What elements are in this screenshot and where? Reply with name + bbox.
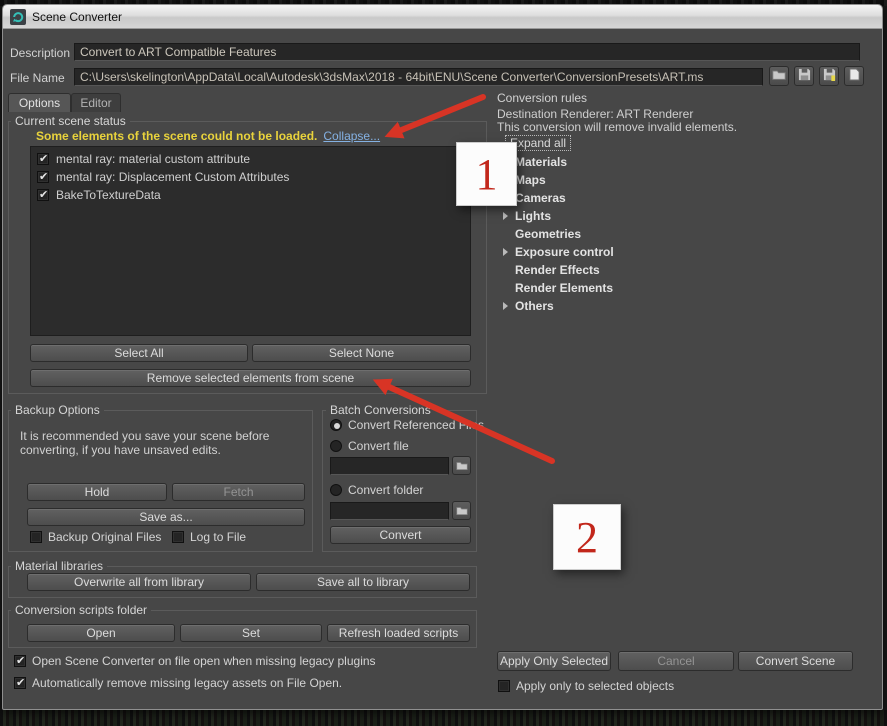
convert-referenced-label: Convert Referenced Files (348, 418, 485, 432)
file-name-field[interactable]: C:\Users\skelington\AppData\Local\Autode… (74, 68, 763, 86)
save-preset-button[interactable] (794, 66, 814, 86)
apply-to-selected-label: Apply only to selected objects (516, 679, 675, 693)
fetch-button[interactable]: Fetch (172, 483, 305, 501)
backup-note-line2: converting, if you have unsaved edits. (20, 443, 221, 457)
save-as-button[interactable]: Save as... (27, 508, 305, 526)
tree-item-exposure-control[interactable]: Exposure control (503, 244, 614, 260)
convert-folder-label: Convert folder (348, 483, 424, 497)
description-field[interactable]: Convert to ART Compatible Features (74, 43, 860, 61)
annotation-badge-1: 1 (456, 142, 517, 206)
backup-note-line1: It is recommended you save your scene be… (20, 429, 270, 443)
browse-file-button[interactable] (452, 456, 471, 475)
checkbox[interactable] (172, 531, 184, 543)
tab-options[interactable]: Options (8, 93, 71, 112)
scripts-set-button[interactable]: Set (180, 624, 322, 642)
tree-item-lights[interactable]: Lights (503, 208, 551, 224)
overwrite-library-button[interactable]: Overwrite all from library (27, 573, 251, 591)
checkbox[interactable] (498, 680, 510, 692)
file-name-label: File Name (10, 71, 65, 85)
cancel-button[interactable]: Cancel (618, 651, 734, 671)
new-preset-button[interactable] (844, 66, 864, 86)
apply-to-selected-checkbox-row[interactable]: Apply only to selected objects (498, 679, 674, 693)
description-label: Description (10, 46, 71, 60)
convert-folder-input[interactable] (330, 502, 449, 520)
backup-options-group-label: Backup Options (11, 403, 104, 417)
tab-editor[interactable]: Editor (71, 93, 121, 112)
tree-item-geometries[interactable]: Geometries (503, 226, 581, 242)
checkbox[interactable] (14, 676, 26, 689)
folder-icon (455, 504, 468, 518)
log-to-file-label: Log to File (190, 530, 247, 544)
convert-file-radio-row[interactable]: Convert file (330, 439, 409, 453)
save-as-preset-button[interactable] (819, 66, 839, 86)
list-item-label: mental ray: material custom attribute (56, 152, 251, 166)
chevron-right-icon[interactable] (503, 248, 508, 256)
checkbox[interactable] (14, 654, 26, 667)
conversion-note-text: This conversion will remove invalid elem… (497, 120, 738, 134)
open-folder-icon (772, 69, 786, 83)
chevron-right-icon[interactable] (503, 212, 508, 220)
radio-button[interactable] (330, 484, 342, 496)
select-none-button[interactable]: Select None (252, 344, 471, 362)
convert-referenced-radio-row[interactable]: Convert Referenced Files (330, 418, 484, 432)
collapse-link[interactable]: Collapse... (323, 129, 380, 143)
log-to-file-checkbox-row[interactable]: Log to File (172, 530, 246, 544)
save-as-icon (823, 68, 836, 84)
radio-button[interactable] (330, 419, 342, 431)
hold-button[interactable]: Hold (27, 483, 167, 501)
list-item-label: mental ray: Displacement Custom Attribut… (56, 170, 290, 184)
tree-item-render-elements[interactable]: Render Elements (503, 280, 613, 296)
tree-item-others[interactable]: Others (503, 298, 554, 314)
annotation-badge-2: 2 (553, 504, 621, 570)
material-libraries-group-label: Material libraries (11, 559, 108, 573)
backup-original-checkbox-row[interactable]: Backup Original Files (30, 530, 161, 544)
open-on-missing-label: Open Scene Converter on file open when m… (32, 654, 376, 668)
auto-remove-checkbox-row[interactable]: Automatically remove missing legacy asse… (14, 676, 342, 690)
backup-original-label: Backup Original Files (48, 530, 162, 544)
chevron-right-icon[interactable] (503, 302, 508, 310)
scripts-open-button[interactable]: Open (27, 624, 175, 642)
new-file-icon (848, 68, 860, 84)
open-preset-button[interactable] (769, 66, 789, 86)
select-all-button[interactable]: Select All (30, 344, 248, 362)
browse-folder-button[interactable] (452, 501, 471, 520)
convert-button[interactable]: Convert (330, 526, 471, 544)
apply-only-selected-button[interactable]: Apply Only Selected (497, 651, 611, 671)
convert-scene-button[interactable]: Convert Scene (738, 651, 853, 671)
conversion-scripts-group-label: Conversion scripts folder (11, 603, 152, 617)
destination-renderer-text: Destination Renderer: ART Renderer (497, 107, 694, 121)
folder-icon (455, 459, 468, 473)
list-item[interactable]: BakeToTextureData (37, 187, 161, 203)
save-icon (798, 68, 811, 84)
tree-item-render-effects[interactable]: Render Effects (503, 262, 600, 278)
list-item[interactable]: mental ray: material custom attribute (37, 151, 250, 167)
convert-folder-radio-row[interactable]: Convert folder (330, 483, 423, 497)
checkbox[interactable] (37, 152, 49, 165)
list-item-label: BakeToTextureData (56, 188, 161, 202)
convert-file-label: Convert file (348, 439, 409, 453)
auto-remove-label: Automatically remove missing legacy asse… (32, 676, 343, 690)
radio-button[interactable] (330, 440, 342, 452)
batch-conversions-group-label: Batch Conversions (326, 403, 435, 417)
list-item[interactable]: mental ray: Displacement Custom Attribut… (37, 169, 289, 185)
screen: Scene Converter Description Convert to A… (0, 0, 887, 726)
save-library-button[interactable]: Save all to library (256, 573, 470, 591)
checkbox[interactable] (37, 188, 49, 201)
open-on-missing-checkbox-row[interactable]: Open Scene Converter on file open when m… (14, 654, 376, 668)
conversion-rules-title: Conversion rules (497, 91, 588, 105)
checkbox[interactable] (37, 170, 49, 183)
convert-file-input[interactable] (330, 457, 449, 475)
scene-warning-text: Some elements of the scene could not be … (36, 129, 318, 143)
remove-selected-button[interactable]: Remove selected elements from scene (30, 369, 471, 387)
scene-status-group-label: Current scene status (11, 114, 130, 128)
scripts-refresh-button[interactable]: Refresh loaded scripts (327, 624, 470, 642)
checkbox[interactable] (30, 531, 42, 543)
invalid-elements-list[interactable]: mental ray: material custom attribute me… (30, 146, 471, 336)
